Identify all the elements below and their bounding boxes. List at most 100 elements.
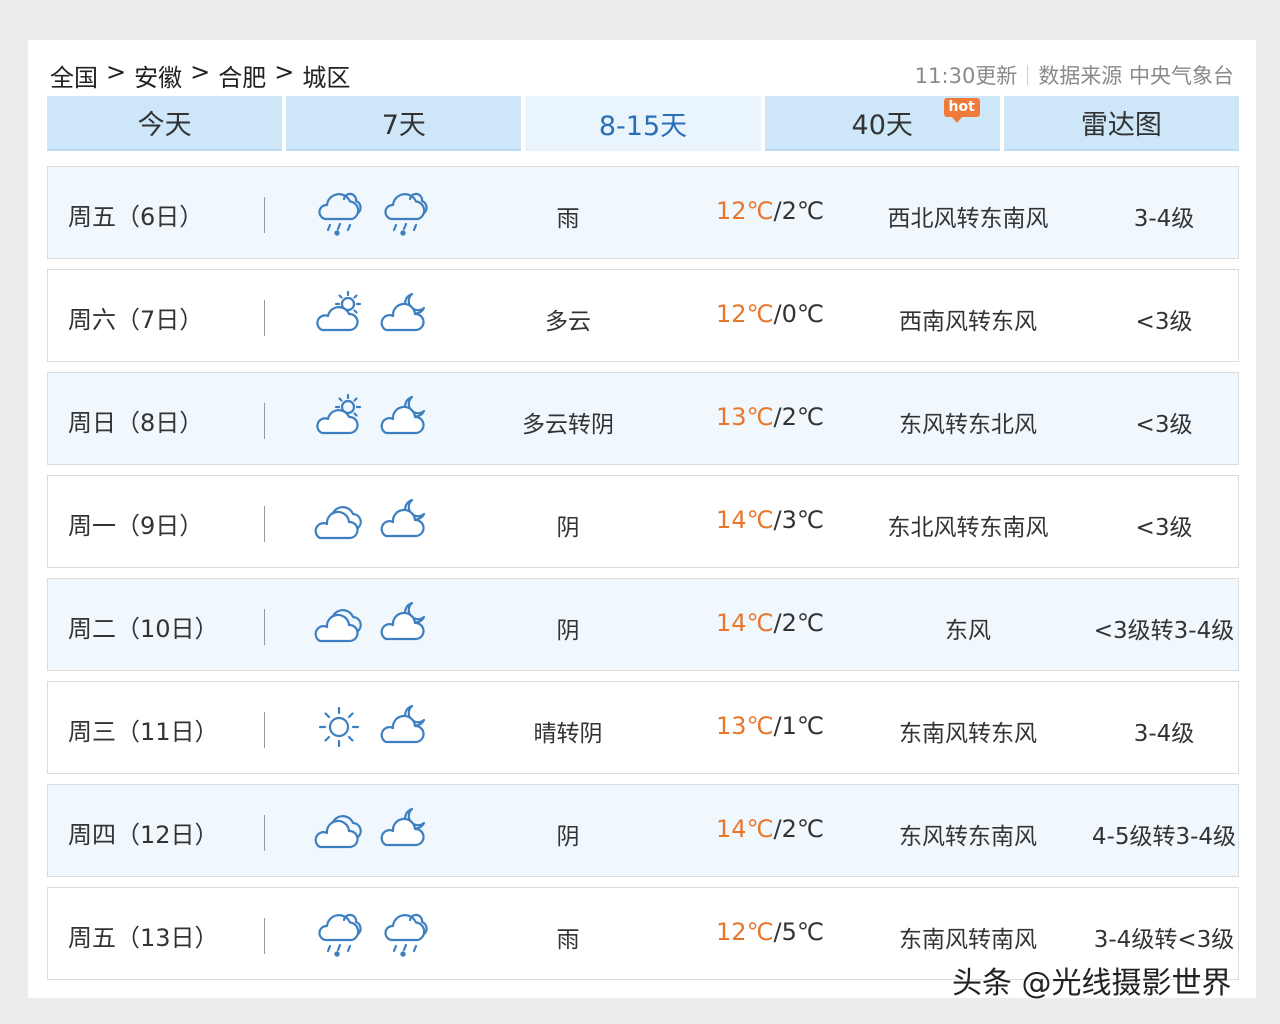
- breadcrumb-separator: >: [274, 58, 295, 86]
- temperature: 12℃/5℃: [716, 918, 824, 946]
- wind-level: <3级: [1135, 309, 1193, 335]
- weather-condition: 雨: [556, 206, 580, 232]
- forecast-date: 周三（11日）: [68, 718, 219, 746]
- forecast-list: 周五（6日）雨 12℃/2℃ 西北风转东南风 3-4级 周六（7日） 多云 12℃/0℃ 西南…: [47, 166, 1239, 990]
- weather-icons: [312, 391, 432, 449]
- divider: [1027, 65, 1029, 85]
- wind-direction: 东北风转东南风: [887, 515, 1049, 541]
- forecast-row: 周四（12日） 阴 14℃/2℃ 东风转东南风 4-5级转3-4级: [47, 784, 1239, 877]
- wind-direction: 东风转东南风: [899, 824, 1037, 850]
- weather-condition: 多云: [545, 309, 591, 335]
- update-time: 11:30更新: [914, 64, 1018, 88]
- wind-level: 3-4级: [1133, 206, 1195, 232]
- tab-8-15-days[interactable]: 8-15天: [525, 96, 761, 151]
- breadcrumb-city[interactable]: 合肥: [218, 58, 266, 93]
- weather-icons: [312, 288, 432, 346]
- divider: [264, 197, 265, 233]
- temperature: 14℃/2℃: [716, 609, 824, 637]
- tab-radar[interactable]: 雷达图: [1003, 96, 1240, 151]
- wind-level: 3-4级: [1133, 721, 1195, 747]
- watermark: 头条 @光线摄影世界: [952, 966, 1232, 1001]
- sunny-icon: [312, 700, 366, 758]
- weather-condition: 阴: [556, 618, 580, 644]
- breadcrumb-district: 城区: [302, 64, 351, 92]
- forecast-date: 周五（13日）: [68, 924, 219, 952]
- wind-level: <3级: [1135, 412, 1193, 438]
- partly-cloudy-night-icon: [378, 803, 432, 861]
- wind-level: 4-5级转3-4级: [1091, 824, 1237, 850]
- forecast-tabs: 今天 7天 8-15天 40天 hot 雷达图: [47, 96, 1240, 151]
- divider: [264, 609, 265, 645]
- breadcrumb-country[interactable]: 全国: [50, 58, 98, 93]
- wind-level: <3级转3-4级: [1093, 618, 1235, 644]
- weather-condition: 晴转阴: [533, 721, 603, 747]
- tab-label: 7天: [381, 110, 426, 141]
- wind-level: <3级: [1135, 515, 1193, 541]
- weather-icons: [312, 185, 432, 243]
- high-temp: 13℃: [716, 403, 774, 431]
- breadcrumb: 全国 > 安徽 > 合肥 > 城区: [50, 58, 350, 93]
- forecast-row: 周五（6日） 雨 12℃/2℃ 西北风转东南风 3-4级: [47, 166, 1239, 259]
- wind-direction: 西北风转东南风: [887, 206, 1049, 232]
- tab-today[interactable]: 今天: [47, 96, 283, 151]
- wind-direction: 东风转东北风: [899, 412, 1037, 438]
- divider: [264, 403, 265, 439]
- breadcrumb-separator: >: [190, 58, 211, 86]
- high-temp: 12℃: [716, 918, 774, 946]
- breadcrumb-province[interactable]: 安徽: [134, 58, 182, 93]
- low-temp: /5℃: [773, 918, 824, 946]
- partly-cloudy-night-icon: [378, 494, 432, 552]
- rain-cloud-icon: [312, 906, 366, 964]
- weather-icons: [312, 597, 432, 655]
- high-temp: 12℃: [716, 197, 774, 225]
- overcast-icon: [312, 803, 366, 861]
- rain-cloud-icon: [378, 906, 432, 964]
- forecast-row: 周二（10日） 阴 14℃/2℃ 东风 <3级转3-4级: [47, 578, 1239, 671]
- weather-card: 全国 > 安徽 > 合肥 > 城区 11:30更新 数据来源 中央气象台 今天 …: [28, 40, 1256, 998]
- wind-direction: 东南风转东风: [899, 721, 1037, 747]
- weather-icons: [312, 803, 432, 861]
- low-temp: /3℃: [773, 506, 824, 534]
- temperature: 14℃/3℃: [716, 506, 824, 534]
- tab-label: 40天: [851, 110, 913, 141]
- divider: [264, 918, 265, 954]
- high-temp: 14℃: [716, 609, 774, 637]
- forecast-row: 周日（8日） 多云转阴 13℃/2℃ 东风转东北风 <3级: [47, 372, 1239, 465]
- tab-40-days[interactable]: 40天 hot: [764, 96, 1000, 151]
- divider: [264, 300, 265, 336]
- forecast-date: 周四（12日）: [68, 821, 219, 849]
- temperature: 13℃/2℃: [716, 403, 824, 431]
- low-temp: /2℃: [773, 815, 824, 843]
- partly-cloudy-day-icon: [312, 288, 366, 346]
- high-temp: 12℃: [716, 300, 774, 328]
- top-bar: 全国 > 安徽 > 合肥 > 城区 11:30更新 数据来源 中央气象台: [50, 56, 1234, 92]
- forecast-row: 周一（9日） 阴 14℃/3℃ 东北风转东南风 <3级: [47, 475, 1239, 568]
- tab-label: 雷达图: [1080, 110, 1162, 141]
- low-temp: /1℃: [773, 712, 824, 740]
- weather-condition: 阴: [556, 515, 580, 541]
- weather-icons: [312, 700, 432, 758]
- divider: [264, 506, 265, 542]
- partly-cloudy-night-icon: [378, 391, 432, 449]
- low-temp: /2℃: [773, 403, 824, 431]
- temperature: 13℃/1℃: [716, 712, 824, 740]
- forecast-row: 周三（11日） 晴转阴 13℃/1℃ 东南风转东风 3-4级: [47, 681, 1239, 774]
- temperature: 14℃/2℃: [716, 815, 824, 843]
- forecast-date: 周六（7日）: [68, 306, 204, 334]
- forecast-date: 周五（6日）: [68, 203, 204, 231]
- wind-direction: 西南风转东风: [899, 309, 1037, 335]
- partly-cloudy-day-icon: [312, 391, 366, 449]
- weather-condition: 多云转阴: [522, 412, 614, 438]
- tab-7-days[interactable]: 7天: [286, 96, 522, 151]
- wind-level: 3-4级转<3级: [1093, 927, 1235, 953]
- low-temp: /2℃: [773, 609, 824, 637]
- high-temp: 14℃: [716, 815, 774, 843]
- weather-icons: [312, 906, 432, 964]
- partly-cloudy-night-icon: [378, 700, 432, 758]
- forecast-date: 周二（10日）: [68, 615, 219, 643]
- high-temp: 14℃: [716, 506, 774, 534]
- tab-label: 8-15天: [598, 111, 688, 142]
- forecast-date: 周日（8日）: [68, 409, 204, 437]
- update-info: 11:30更新 数据来源 中央气象台: [915, 60, 1234, 90]
- rain-cloud-icon: [378, 185, 432, 243]
